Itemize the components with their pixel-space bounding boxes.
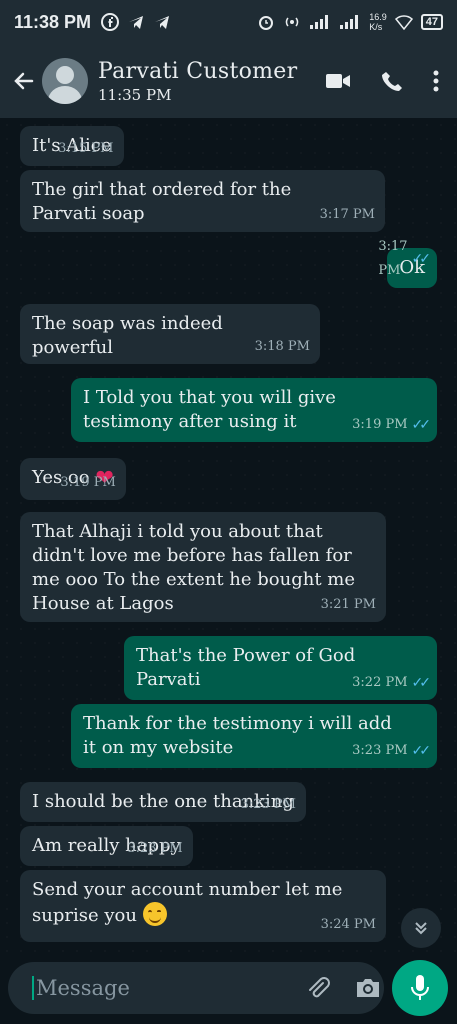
message-time: 3:23 PM bbox=[127, 841, 183, 856]
scroll-down-button[interactable] bbox=[401, 908, 441, 948]
back-arrow-icon bbox=[14, 72, 34, 90]
scroll-down-icon bbox=[415, 922, 427, 935]
message-bubble[interactable]: The girl that ordered for the Parvati so… bbox=[20, 170, 385, 232]
message-time: 3:19 PM bbox=[352, 417, 408, 432]
signal-icon bbox=[340, 15, 359, 29]
message-time: 3:18 PM bbox=[254, 339, 310, 354]
message-bubble[interactable]: Yes oo ❤ 3:19 PM bbox=[20, 458, 126, 500]
contact-info[interactable]: Parvati Customer 11:35 PM bbox=[98, 59, 297, 104]
phone-icon[interactable] bbox=[381, 70, 403, 92]
message-time: 3:24 PM bbox=[320, 917, 376, 932]
telegram-icon bbox=[155, 16, 170, 29]
voice-message-button[interactable] bbox=[392, 960, 448, 1016]
chat-header: Parvati Customer 11:35 PM bbox=[0, 44, 457, 118]
back-button[interactable] bbox=[10, 67, 38, 95]
message-input[interactable] bbox=[32, 976, 305, 1000]
read-receipt-icon: ✓✓ bbox=[411, 417, 432, 433]
contact-name: Parvati Customer bbox=[98, 58, 298, 84]
message-time: 3:17 PM bbox=[319, 207, 375, 222]
read-receipt-icon: ✓✓ bbox=[411, 251, 432, 267]
battery-level: 47 bbox=[420, 14, 443, 30]
read-receipt-icon: ✓✓ bbox=[411, 743, 432, 759]
mic-icon bbox=[411, 975, 429, 1000]
message-time: 3:17 PM bbox=[378, 239, 408, 278]
avatar[interactable] bbox=[42, 58, 88, 104]
network-speed: 16.9 K/s bbox=[369, 12, 387, 32]
status-bar: 11:38 PM 16.9 K/s 47 bbox=[0, 0, 457, 44]
video-call-icon[interactable] bbox=[325, 71, 351, 91]
telegram-icon bbox=[129, 16, 144, 29]
read-receipt-icon: ✓✓ bbox=[411, 675, 432, 691]
more-options-icon[interactable] bbox=[433, 70, 439, 92]
message-bubble[interactable]: Thank for the testimony i will add it on… bbox=[71, 704, 437, 768]
message-bubble[interactable]: The soap was indeed powerful 3:18 PM bbox=[20, 304, 320, 364]
alarm-icon bbox=[259, 16, 274, 30]
message-time: 3:23 PM bbox=[240, 797, 296, 812]
signal-icon bbox=[310, 15, 329, 29]
message-bubble[interactable]: Ok 3:17 PM ✓✓ bbox=[378, 239, 437, 288]
message-bubble[interactable]: I should be the one thanking 3:23 PM bbox=[20, 782, 306, 822]
message-time: 3:22 PM bbox=[352, 675, 408, 690]
smile-emoji-icon bbox=[142, 902, 167, 926]
status-time: 11:38 PM bbox=[14, 11, 92, 32]
message-time: 3:21 PM bbox=[320, 597, 376, 612]
message-bubble[interactable]: Send your account number let me suprise … bbox=[20, 870, 386, 942]
camera-icon[interactable] bbox=[355, 976, 381, 1000]
message-time: 3:15 PM bbox=[58, 141, 114, 156]
message-bubble[interactable]: That Alhaji i told you about that didn't… bbox=[20, 512, 386, 622]
message-bubble[interactable]: That's the Power of God Parvati 3:22 PM ✓… bbox=[124, 636, 437, 700]
message-bubble[interactable]: I Told you that you will give testimony … bbox=[71, 378, 437, 442]
facebook-icon bbox=[101, 13, 120, 31]
message-list[interactable]: It's Alice 3:15 PM The girl that ordered… bbox=[0, 118, 457, 956]
attach-icon[interactable] bbox=[305, 975, 331, 1001]
message-bubble[interactable]: It's Alice 3:15 PM bbox=[20, 126, 124, 166]
message-time: 3:19 PM bbox=[60, 475, 116, 490]
last-seen: 11:35 PM bbox=[98, 85, 172, 104]
message-composer bbox=[8, 962, 384, 1014]
wifi-off-icon bbox=[394, 15, 413, 30]
message-time: 3:23 PM bbox=[352, 743, 408, 758]
message-bubble[interactable]: Am really happy 3:23 PM bbox=[20, 826, 193, 866]
hotspot-icon bbox=[286, 17, 299, 27]
